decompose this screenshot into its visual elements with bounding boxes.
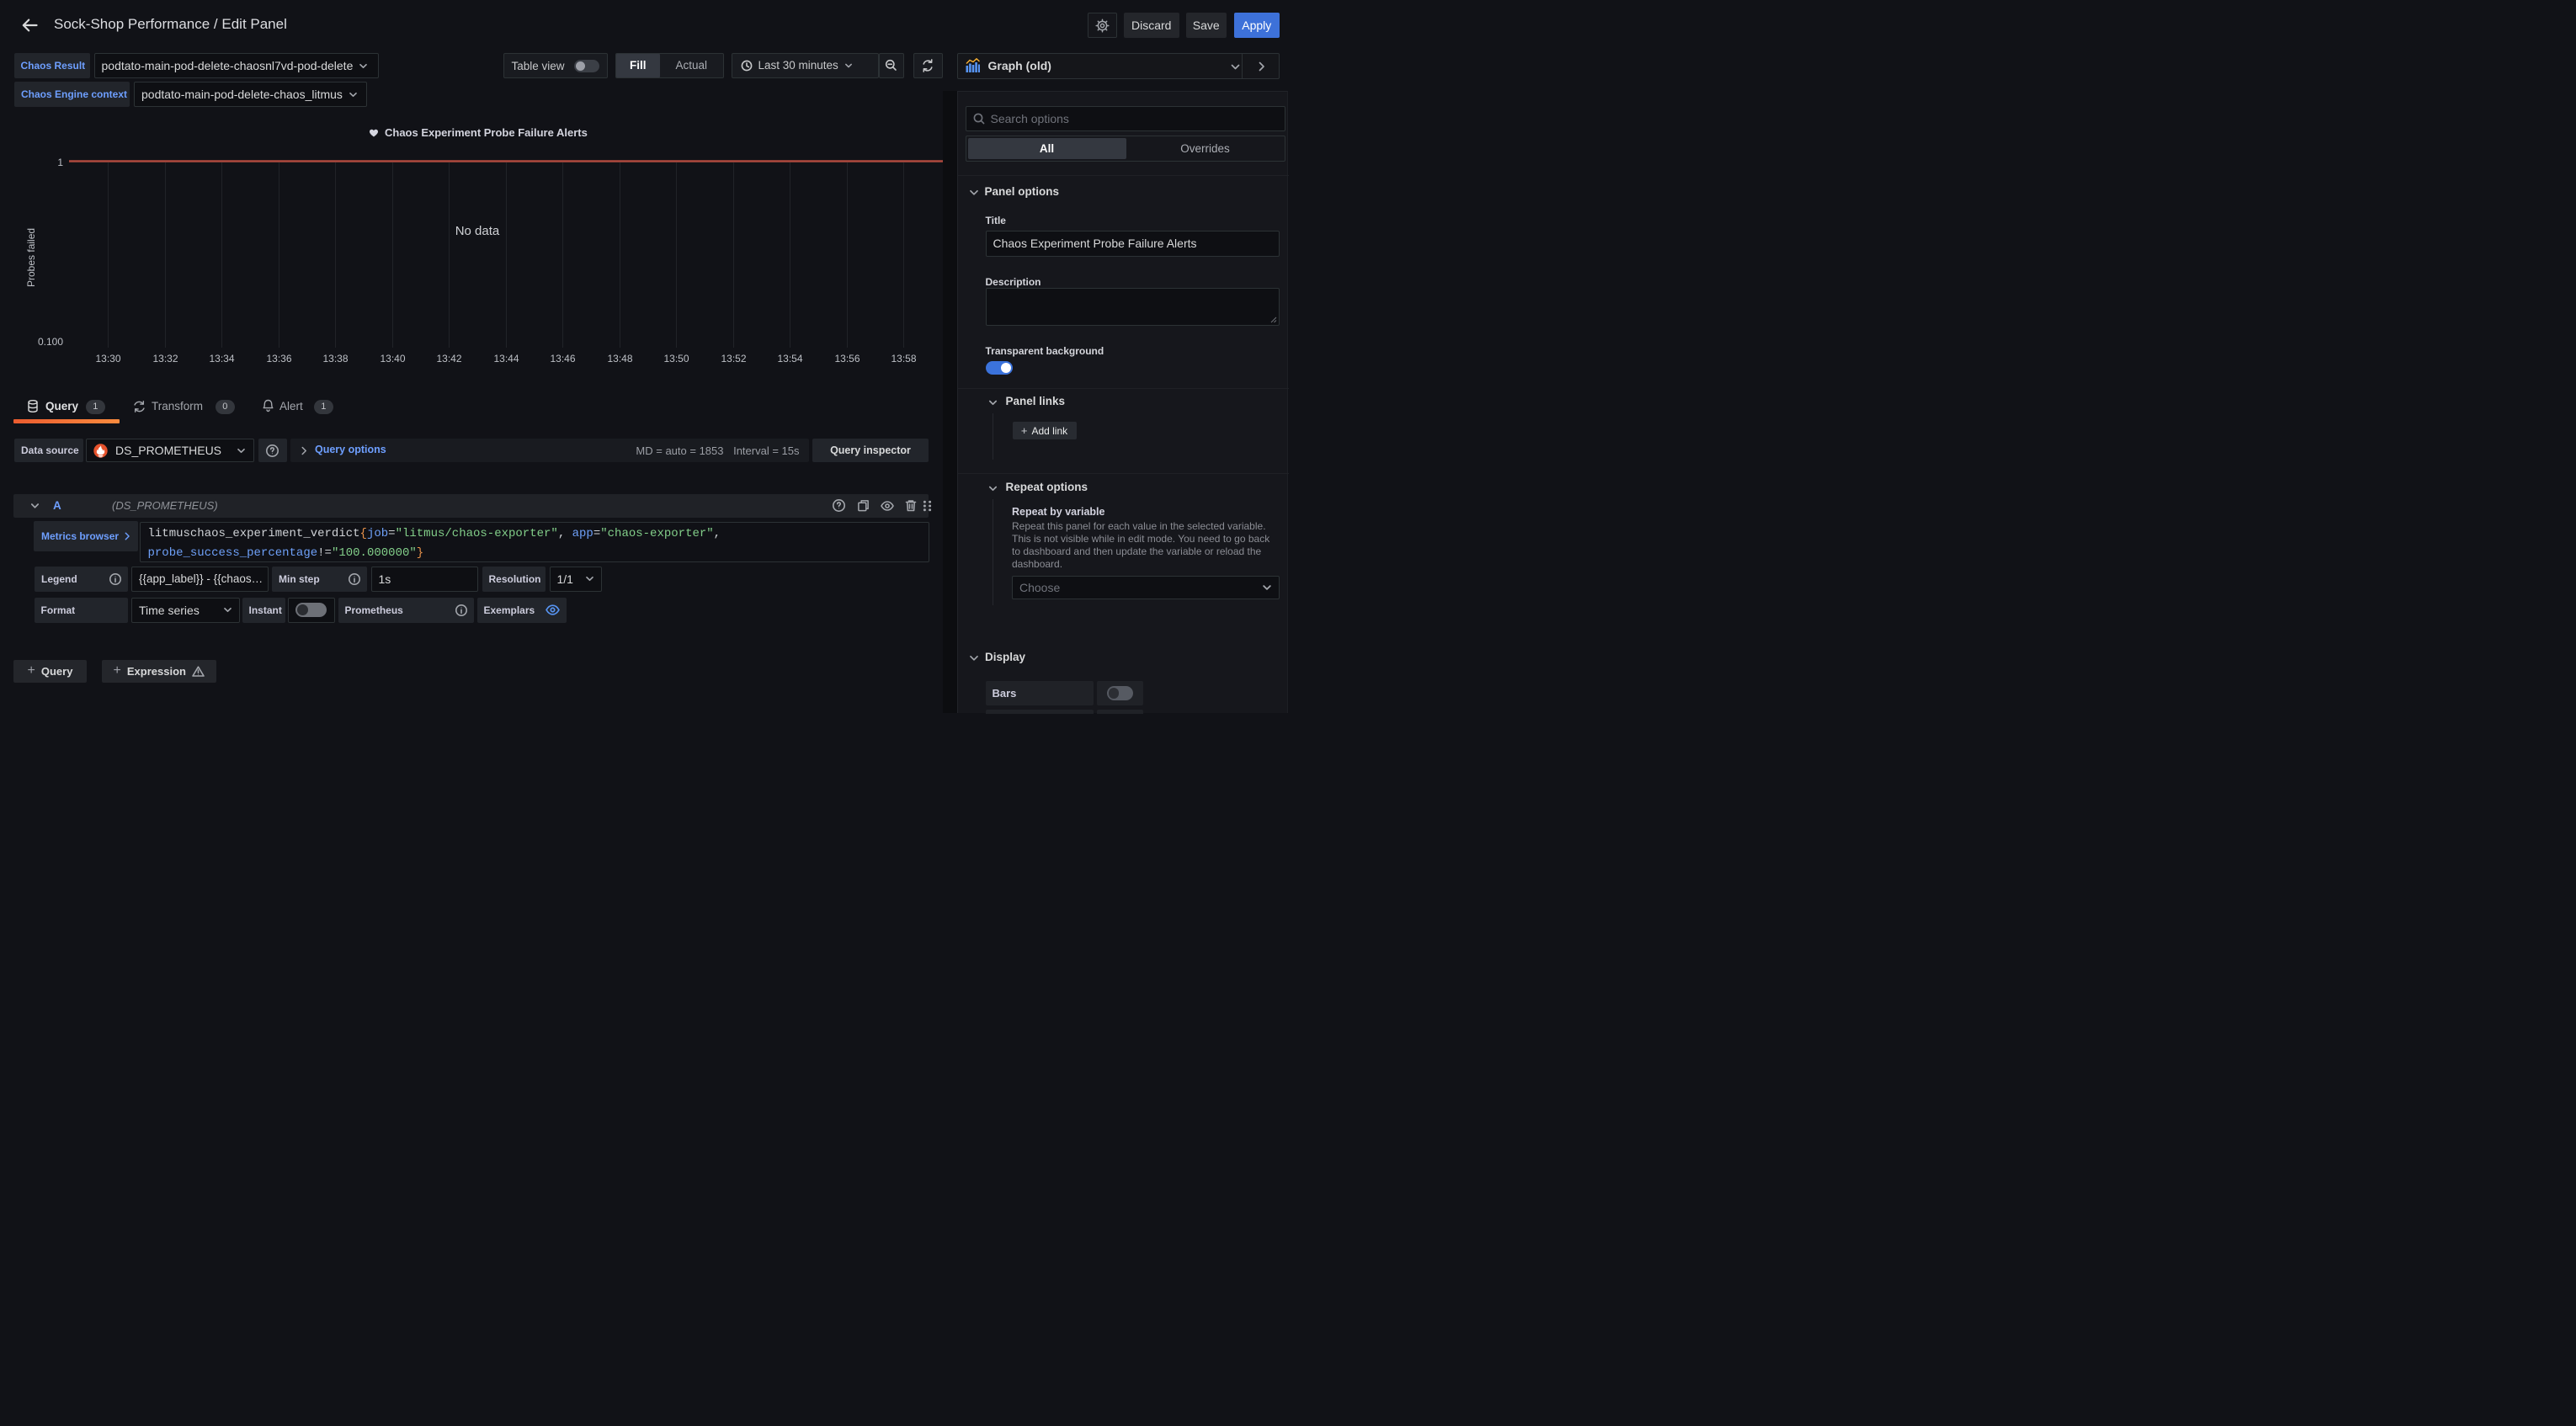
svg-text:13:50: 13:50 — [663, 353, 689, 364]
svg-text:13:48: 13:48 — [607, 353, 632, 364]
svg-text:13:46: 13:46 — [550, 353, 575, 364]
svg-text:13:34: 13:34 — [209, 353, 234, 364]
svg-text:13:30: 13:30 — [95, 353, 120, 364]
svg-text:13:32: 13:32 — [152, 353, 178, 364]
svg-text:13:58: 13:58 — [891, 353, 916, 364]
svg-text:13:36: 13:36 — [266, 353, 291, 364]
svg-text:13:52: 13:52 — [721, 353, 746, 364]
svg-text:13:44: 13:44 — [493, 353, 519, 364]
svg-text:13:40: 13:40 — [380, 353, 405, 364]
svg-text:13:56: 13:56 — [834, 353, 860, 364]
svg-text:13:54: 13:54 — [777, 353, 802, 364]
svg-text:13:38: 13:38 — [322, 353, 348, 364]
svg-text:13:42: 13:42 — [436, 353, 461, 364]
